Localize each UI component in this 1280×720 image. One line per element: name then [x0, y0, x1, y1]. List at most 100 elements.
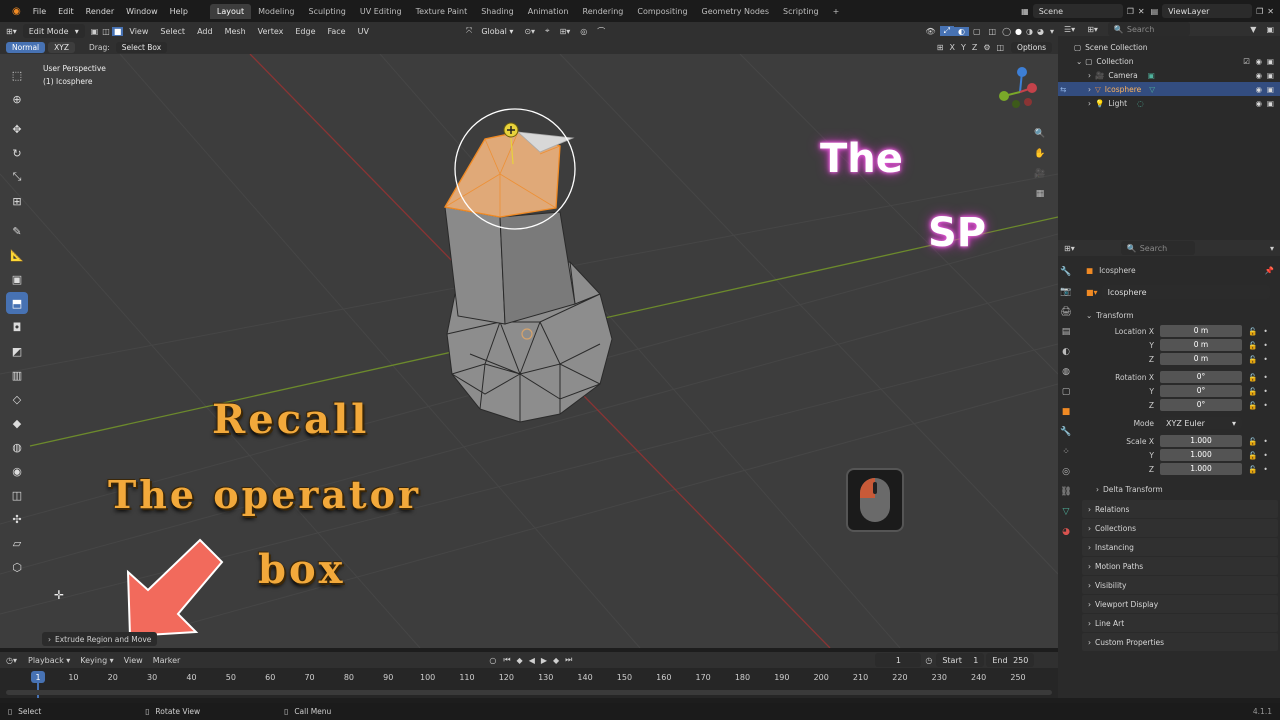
drag-select-dropdown[interactable]: Select Box — [115, 41, 168, 53]
knife-tool-icon[interactable]: ◇ — [6, 388, 28, 410]
lock-icon[interactable]: 🔓 — [1248, 387, 1257, 396]
falloff-icon[interactable]: ⌒ — [592, 26, 610, 37]
poly-build-tool-icon[interactable]: ◆ — [6, 412, 28, 434]
camera-icon[interactable]: ▣ — [1267, 57, 1274, 66]
pan-hand-icon[interactable]: ✋ — [1032, 146, 1048, 162]
properties-search-input[interactable]: 🔍 Search — [1120, 241, 1195, 255]
delta-transform-subpanel[interactable]: › Delta Transform — [1082, 480, 1278, 498]
panel-motion-paths[interactable]: › Motion Paths — [1082, 557, 1278, 575]
move-tool-icon[interactable]: ✥ — [6, 118, 28, 140]
menu-add[interactable]: Add — [191, 27, 219, 36]
display-mode-icon[interactable]: ⊞▾ — [1081, 25, 1104, 34]
panel-relations[interactable]: › Relations — [1082, 500, 1278, 518]
annotate-tool-icon[interactable]: ✎ — [6, 220, 28, 242]
last-operator-panel[interactable]: › Extrude Region and Move — [42, 632, 158, 646]
location-y-field[interactable]: 0 m — [1160, 339, 1242, 351]
ortho-grid-icon[interactable]: ▦ — [1032, 186, 1048, 202]
lock-icon[interactable]: 🔓 — [1248, 341, 1257, 350]
menu-help[interactable]: Help — [164, 7, 194, 16]
mode-dropdown[interactable]: Edit Mode ▾ — [22, 24, 85, 38]
chevron-right-icon[interactable]: › — [1088, 85, 1091, 94]
mirror-x-toggle[interactable]: X — [946, 43, 957, 52]
mirror-z-toggle[interactable]: Z — [969, 43, 980, 52]
add-workspace-icon[interactable]: + — [826, 4, 847, 19]
panel-custom-properties[interactable]: › Custom Properties — [1082, 633, 1278, 651]
location-x-field[interactable]: 0 m — [1160, 325, 1242, 337]
camera-icon[interactable]: ▣ — [1267, 85, 1274, 94]
shrink-fatten-tool-icon[interactable]: ✣ — [6, 508, 28, 530]
delete-scene-icon[interactable]: ✕ — [1138, 7, 1145, 16]
render-tab-icon[interactable]: 📷 — [1058, 284, 1074, 300]
menu-vertex[interactable]: Vertex — [252, 27, 290, 36]
panel-collections[interactable]: › Collections — [1082, 519, 1278, 537]
proportional-edit-icon[interactable]: ◎ — [575, 27, 592, 36]
outliner-row-scene-collection[interactable]: ▢ Scene Collection — [1058, 40, 1280, 54]
view-layer-tab-icon[interactable]: ▤ — [1058, 324, 1074, 340]
edit-mode-icon[interactable]: ⇆ — [1060, 85, 1066, 94]
new-collection-icon[interactable]: ▣ — [1260, 25, 1280, 34]
scene-field[interactable]: Scene — [1032, 4, 1123, 18]
xray-icon[interactable]: ◫ — [985, 27, 1001, 36]
mirror-icon[interactable]: ⊞ — [934, 43, 947, 52]
keyframe-dot-icon[interactable]: • — [1263, 387, 1267, 396]
chevron-right-icon[interactable]: › — [1088, 99, 1091, 108]
3d-viewport[interactable]: User Perspective (1) Icosphere 🔍 ✋ 🎥 ▦ R… — [0, 54, 1058, 648]
particles-tab-icon[interactable]: ⁘ — [1058, 444, 1074, 460]
tab-scripting[interactable]: Scripting — [776, 4, 826, 19]
extrude-tool-icon[interactable]: ⬒ — [6, 292, 28, 314]
view-layer-icon[interactable]: ▤ — [1151, 7, 1159, 16]
add-cube-tool-icon[interactable]: ▣ — [6, 268, 28, 290]
snap-icon[interactable]: ⌖ — [540, 26, 555, 36]
material-tab-icon[interactable]: ◕ — [1058, 524, 1074, 540]
scale-x-field[interactable]: 1.000 — [1160, 435, 1242, 447]
orientation-dropdown[interactable]: Global ▾ — [475, 24, 519, 38]
measure-tool-icon[interactable]: 📐 — [6, 244, 28, 266]
select-box-tool-icon[interactable]: ⬚ — [6, 64, 28, 86]
tab-modeling[interactable]: Modeling — [251, 4, 301, 19]
gizmo-x-icon[interactable] — [1027, 83, 1037, 93]
lock-icon[interactable]: 🔓 — [1248, 451, 1257, 460]
normal-button[interactable]: Normal — [6, 41, 46, 53]
transform-panel-header[interactable]: ⌄ Transform — [1082, 306, 1278, 324]
new-scene-icon[interactable]: ❐ — [1127, 7, 1134, 16]
tab-shading[interactable]: Shading — [474, 4, 521, 19]
bevel-tool-icon[interactable]: ◩ — [6, 340, 28, 362]
location-z-field[interactable]: 0 m — [1160, 353, 1242, 365]
keyframe-dot-icon[interactable]: • — [1263, 341, 1267, 350]
rotation-z-field[interactable]: 0° — [1160, 399, 1242, 411]
rotate-tool-icon[interactable]: ↻ — [6, 142, 28, 164]
scale-y-field[interactable]: 1.000 — [1160, 449, 1242, 461]
wrench-icon[interactable]: ⚙ — [980, 43, 993, 52]
world-tab-icon[interactable]: ◍ — [1058, 364, 1074, 380]
gizmo-z-icon[interactable] — [1017, 67, 1027, 77]
scale-tool-icon[interactable]: ⤡ — [6, 166, 28, 188]
scale-z-field[interactable]: 1.000 — [1160, 463, 1242, 475]
mesh-overlay-icon[interactable]: ▢ — [969, 27, 985, 36]
material-shading-icon[interactable]: ◑ — [1024, 27, 1035, 36]
outliner-row-icosphere[interactable]: ⇆ › ▽ Icosphere ▽ ◉ ▣ — [1058, 82, 1280, 96]
data-tab-icon[interactable]: ▽ — [1058, 504, 1074, 520]
orientation-icon[interactable]: ⤧ — [463, 26, 475, 36]
panel-line-art[interactable]: › Line Art — [1082, 614, 1278, 632]
shading-options-icon[interactable]: ▾ — [1046, 27, 1058, 36]
snap-options-icon[interactable]: ⊞▾ — [555, 27, 576, 36]
outliner-search-input[interactable]: 🔍 Search — [1107, 22, 1190, 36]
shear-tool-icon[interactable]: ▱ — [6, 532, 28, 554]
outliner-row-light[interactable]: › 💡 Light ◌ ◉ ▣ — [1058, 96, 1280, 110]
rotation-x-field[interactable]: 0° — [1160, 371, 1242, 383]
eye-icon[interactable]: ◉ — [1255, 71, 1262, 80]
collection-tab-icon[interactable]: ▢ — [1058, 384, 1074, 400]
zoom-icon[interactable]: 🔍 — [1032, 126, 1048, 142]
new-view-layer-icon[interactable]: ❐ — [1256, 7, 1263, 16]
keyframe-dot-icon[interactable]: • — [1263, 465, 1267, 474]
lock-icon[interactable]: 🔓 — [1248, 327, 1257, 336]
xyz-button[interactable]: XYZ — [48, 41, 75, 53]
keyframe-dot-icon[interactable]: • — [1263, 327, 1267, 336]
physics-tab-icon[interactable]: ◎ — [1058, 464, 1074, 480]
lock-icon[interactable]: 🔓 — [1248, 401, 1257, 410]
transform-tool-icon[interactable]: ⊞ — [6, 190, 28, 212]
cursor-tool-icon[interactable]: ⊕ — [6, 88, 28, 110]
keyframe-dot-icon[interactable]: • — [1263, 437, 1267, 446]
chevron-down-icon[interactable]: ⌄ — [1076, 57, 1082, 66]
wireframe-shading-icon[interactable]: ◯ — [1000, 27, 1013, 36]
